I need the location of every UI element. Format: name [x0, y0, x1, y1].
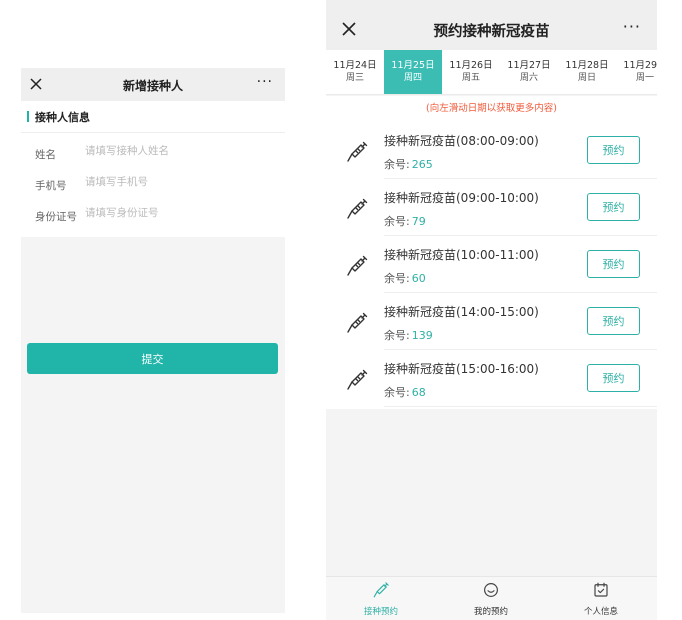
date-tab-date: 11月24日: [333, 60, 377, 71]
tab-vaccine-booking[interactable]: 接种预约: [326, 581, 436, 617]
swipe-hint: (向左滑动日期以获取更多内容): [326, 96, 657, 122]
vaccine-booking-screen: 预约接种新冠疫苗 ··· 11月24日 周三 11月25日 周四 11月26日 …: [326, 0, 657, 620]
date-tab[interactable]: 11月28日 周日: [558, 50, 616, 94]
divider: [384, 406, 657, 407]
date-tab-weekday: 周一: [635, 73, 654, 83]
id-number-row: 身份证号: [21, 195, 285, 226]
more-menu-icon[interactable]: ···: [257, 74, 273, 90]
tab-personal-info[interactable]: 个人信息: [546, 581, 656, 617]
tab-my-bookings[interactable]: 我的预约: [436, 581, 546, 617]
syringe-icon: [347, 312, 368, 333]
name-row: 姓名: [21, 133, 285, 164]
date-tab-weekday: 周六: [519, 73, 538, 83]
add-recipient-screen: 新增接种人 ··· 接种人信息 姓名 手机号 身份证号 提交: [21, 68, 285, 613]
syringe-icon: [347, 369, 368, 390]
slot-name: 接种新冠疫苗(08:00-09:00): [384, 134, 539, 148]
calendar-check-icon: [594, 582, 608, 597]
remaining-label: 余号:: [384, 158, 410, 171]
remaining: 余号: 68: [384, 384, 426, 400]
date-tab-date: 11月25日: [391, 60, 435, 71]
remaining-label: 余号:: [384, 215, 410, 228]
date-tabs[interactable]: 11月24日 周三 11月25日 周四 11月26日 周五 11月27日 周六 …: [326, 50, 657, 95]
date-tab[interactable]: 11月26日 周五: [442, 50, 500, 94]
section-title: 接种人信息: [35, 111, 90, 124]
phone-row: 手机号: [21, 164, 285, 195]
page-title: 预约接种新冠疫苗: [433, 24, 550, 40]
tab-label: 我的预约: [473, 607, 508, 617]
remaining-count: 60: [411, 272, 426, 285]
recipient-form: 接种人信息 姓名 手机号 身份证号: [21, 101, 285, 237]
section-header: 接种人信息: [21, 101, 285, 133]
remaining: 余号: 139: [384, 327, 433, 343]
syringe-icon: [347, 255, 368, 276]
id-number-input[interactable]: [85, 207, 265, 219]
date-tab[interactable]: 11月24日 周三: [326, 50, 384, 94]
date-tab-weekday: 周三: [345, 73, 364, 83]
tab-label: 个人信息: [583, 607, 618, 617]
slot-list: 接种新冠疫苗(08:00-09:00) 余号: 265 预约 接种新冠疫苗(09:…: [326, 122, 657, 409]
name-input[interactable]: [85, 145, 265, 157]
more-menu-icon[interactable]: ···: [623, 17, 641, 36]
date-tab-weekday: 周四: [403, 73, 422, 83]
date-tab-date: 11月26日: [449, 60, 493, 71]
date-tab[interactable]: 11月29日 周一: [616, 50, 657, 94]
date-tab-weekday: 周日: [577, 73, 596, 83]
section-accent-bar: [27, 111, 29, 122]
remaining-count: 68: [411, 386, 426, 399]
syringe-icon: [373, 582, 389, 598]
id-number-label: 身份证号: [35, 211, 77, 223]
date-tab-selected[interactable]: 11月25日 周四: [384, 50, 442, 94]
date-tab-weekday: 周五: [461, 73, 480, 83]
date-tab-date: 11月29日: [623, 60, 657, 71]
slot-item: 接种新冠疫苗(10:00-11:00) 余号: 60 预约: [326, 236, 657, 293]
name-label: 姓名: [35, 149, 56, 161]
phone-label: 手机号: [35, 180, 67, 192]
book-button[interactable]: 预约: [587, 364, 640, 392]
remaining-label: 余号:: [384, 386, 410, 399]
remaining-count: 265: [411, 158, 433, 171]
slot-name: 接种新冠疫苗(15:00-16:00): [384, 362, 539, 376]
book-button[interactable]: 预约: [587, 307, 640, 335]
slot-name: 接种新冠疫苗(14:00-15:00): [384, 305, 539, 319]
date-tab-date: 11月28日: [565, 60, 609, 71]
remaining: 余号: 79: [384, 213, 426, 229]
remaining: 余号: 265: [384, 156, 433, 172]
slot-item: 接种新冠疫苗(09:00-10:00) 余号: 79 预约: [326, 179, 657, 236]
book-button[interactable]: 预约: [587, 193, 640, 221]
slot-item: 接种新冠疫苗(08:00-09:00) 余号: 265 预约: [326, 122, 657, 179]
nav-bar: 新增接种人 ···: [21, 68, 285, 101]
slot-name: 接种新冠疫苗(10:00-11:00): [384, 248, 539, 262]
submit-button[interactable]: 提交: [27, 343, 278, 374]
slot-item: 接种新冠疫苗(14:00-15:00) 余号: 139 预约: [326, 293, 657, 350]
syringe-icon: [347, 141, 368, 162]
bottom-tab-bar: 接种预约 我的预约 个人信息: [326, 576, 657, 620]
remaining-count: 139: [411, 329, 433, 342]
remaining-label: 余号:: [384, 329, 410, 342]
slot-item: 接种新冠疫苗(15:00-16:00) 余号: 68 预约: [326, 350, 657, 407]
book-button[interactable]: 预约: [587, 250, 640, 278]
slot-name: 接种新冠疫苗(09:00-10:00): [384, 191, 539, 205]
tab-label: 接种预约: [363, 607, 398, 617]
date-tab-date: 11月27日: [507, 60, 551, 71]
remaining-count: 79: [411, 215, 426, 228]
syringe-icon: [347, 198, 368, 219]
smile-icon: [484, 583, 498, 597]
date-tab[interactable]: 11月27日 周六: [500, 50, 558, 94]
phone-input[interactable]: [85, 176, 265, 188]
nav-bar: 预约接种新冠疫苗 ···: [326, 0, 657, 50]
book-button[interactable]: 预约: [587, 136, 640, 164]
remaining-label: 余号:: [384, 272, 410, 285]
page-title: 新增接种人: [122, 79, 183, 93]
remaining: 余号: 60: [384, 270, 426, 286]
